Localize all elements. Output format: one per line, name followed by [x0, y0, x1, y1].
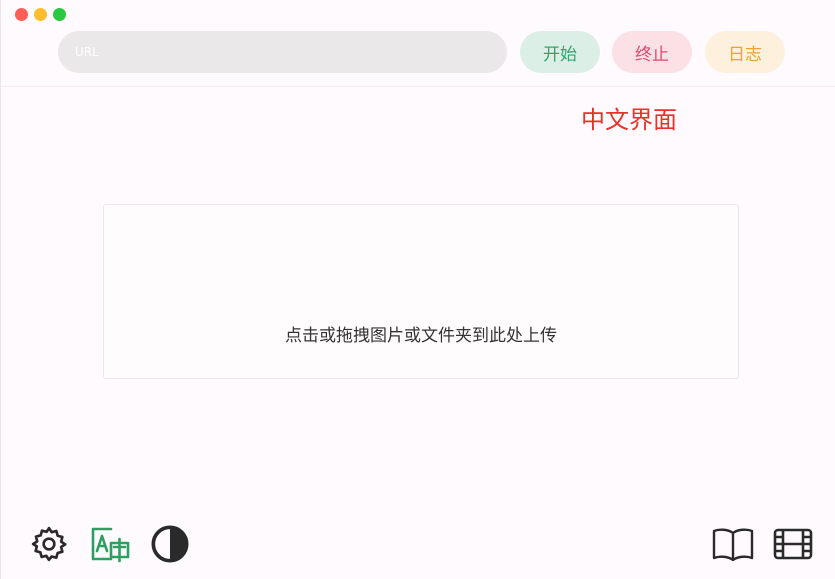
- language-label: 中文界面: [581, 106, 677, 134]
- url-input[interactable]: [58, 31, 507, 73]
- toolbar: 开始 终止 日志: [1, 0, 835, 87]
- gear-icon[interactable]: [27, 522, 71, 566]
- app-window: 开始 终止 日志 中文界面 点击或拖拽图片或文件夹到此处上传: [0, 0, 835, 579]
- upload-dropzone[interactable]: 点击或拖拽图片或文件夹到此处上传: [103, 204, 739, 379]
- upload-hint: 点击或拖拽图片或文件夹到此处上传: [285, 326, 557, 346]
- film-icon[interactable]: [771, 522, 815, 566]
- log-button[interactable]: 日志: [705, 31, 785, 73]
- stop-button[interactable]: 终止: [612, 31, 692, 73]
- contrast-icon[interactable]: [148, 522, 192, 566]
- start-button[interactable]: 开始: [520, 31, 600, 73]
- translate-icon[interactable]: [88, 522, 132, 566]
- book-icon[interactable]: [711, 522, 755, 566]
